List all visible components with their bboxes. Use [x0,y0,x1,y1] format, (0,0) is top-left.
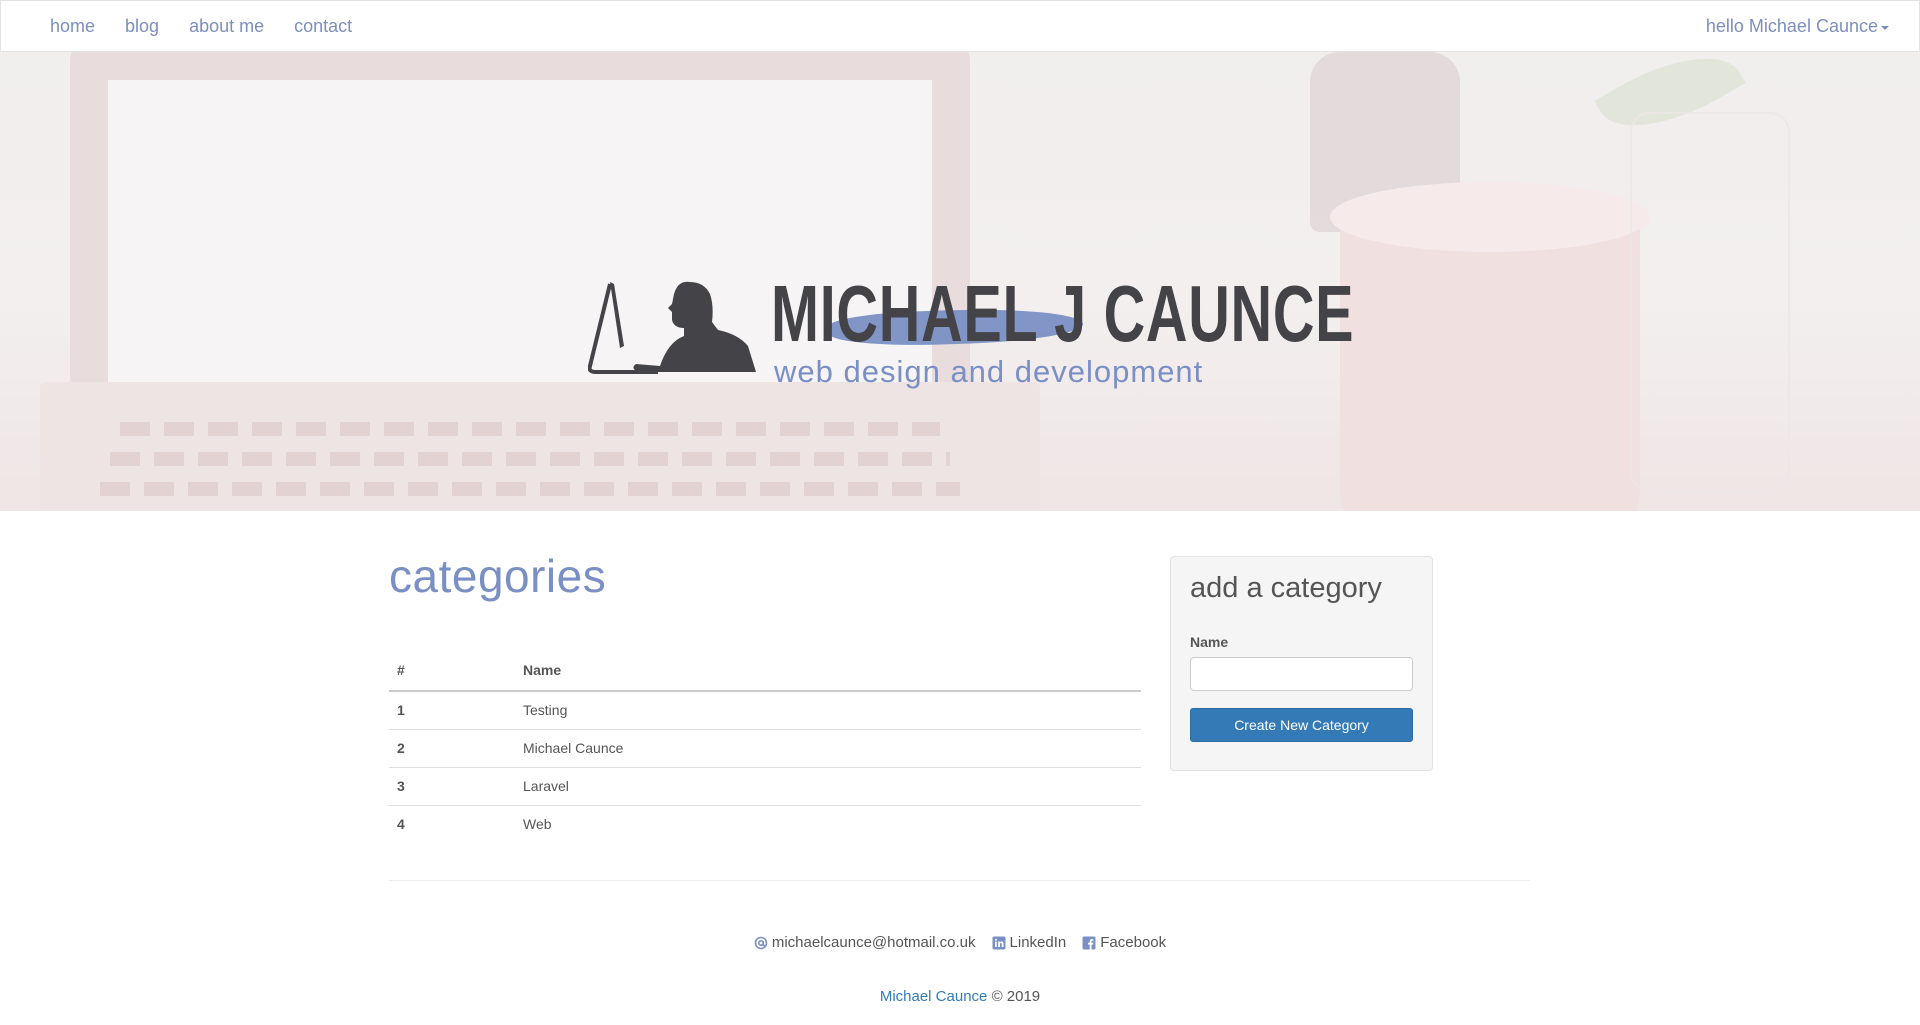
name-field-label: Name [1190,633,1229,650]
category-name-input[interactable] [1190,656,1413,691]
panel-title: add a category [1190,572,1382,604]
footer-email-link[interactable]: michaelcaunce@hotmail.co.uk [754,934,976,951]
user-menu-label: hello Michael Caunce [1705,15,1878,36]
hero-background-keyboard [40,382,1040,511]
copyright-year: © 2019 [991,988,1041,1005]
nav-link-home[interactable]: home [35,16,110,37]
logo-tagline: web design and development [774,354,1204,389]
row-id: 4 [397,816,405,833]
row-name: Michael Caunce [515,729,1141,768]
footer-copyright: Michael Caunce © 2019 [0,988,1920,1005]
row-id: 2 [389,729,515,768]
logo-title: MICHAEL J CAUNCE [771,269,1355,358]
nav-links: home blog about me contact [35,16,367,37]
hero-banner: MICHAEL J CAUNCE web design and developm… [0,52,1920,511]
table-row: 2 Michael Caunce [389,729,1141,768]
create-category-button[interactable]: Create New Category [1190,707,1413,742]
footer-contact-links: michaelcaunce@hotmail.co.uk LinkedIn Fac… [0,934,1920,951]
top-navbar: home blog about me contact hello Michael… [0,0,1920,52]
nav-link-about[interactable]: about me [174,16,279,37]
footer-linkedin-text: LinkedIn [1009,934,1067,951]
facebook-icon [1082,936,1096,949]
user-menu-toggle[interactable]: hello Michael Caunce [1706,16,1889,37]
developer-silhouette-icon [588,281,756,374]
at-icon [754,936,768,949]
footer-facebook-link[interactable]: Facebook [1082,934,1166,951]
footer-email-text: michaelcaunce@hotmail.co.uk [771,934,976,951]
row-id: 3 [389,767,515,806]
row-name: Testing [515,691,1141,730]
row-name: Laravel [515,767,1141,806]
caret-down-icon [1881,25,1889,30]
table-row: 1 Testing [389,691,1141,730]
row-name: Web [523,816,552,833]
column-header-number: # [389,653,515,692]
add-category-panel: add a category Name Create New Category [1170,556,1433,771]
table-row: 3 Laravel [389,767,1141,806]
categories-table: # Name 1 Testing 2 Michael Caunce 3 Lara… [389,653,1141,843]
row-id: 1 [389,691,515,730]
footer-linkedin-link[interactable]: LinkedIn [992,934,1067,951]
footer-facebook-text: Facebook [1100,934,1167,951]
categories-section: categories # Name 1 Testing 2 Michael Ca… [389,550,1141,832]
footer-divider [389,880,1530,881]
linkedin-icon [992,936,1006,949]
copyright-owner-link[interactable]: Michael Caunce [880,988,988,1005]
nav-link-contact[interactable]: contact [279,16,367,37]
column-header-name: Name [515,653,1141,692]
table-row: 4 Web [389,805,1141,843]
page-title: categories [389,550,607,602]
site-logo[interactable]: MICHAEL J CAUNCE web design and developm… [588,224,1354,394]
nav-link-blog[interactable]: blog [110,16,174,37]
table-header-row: # Name [389,653,1141,692]
